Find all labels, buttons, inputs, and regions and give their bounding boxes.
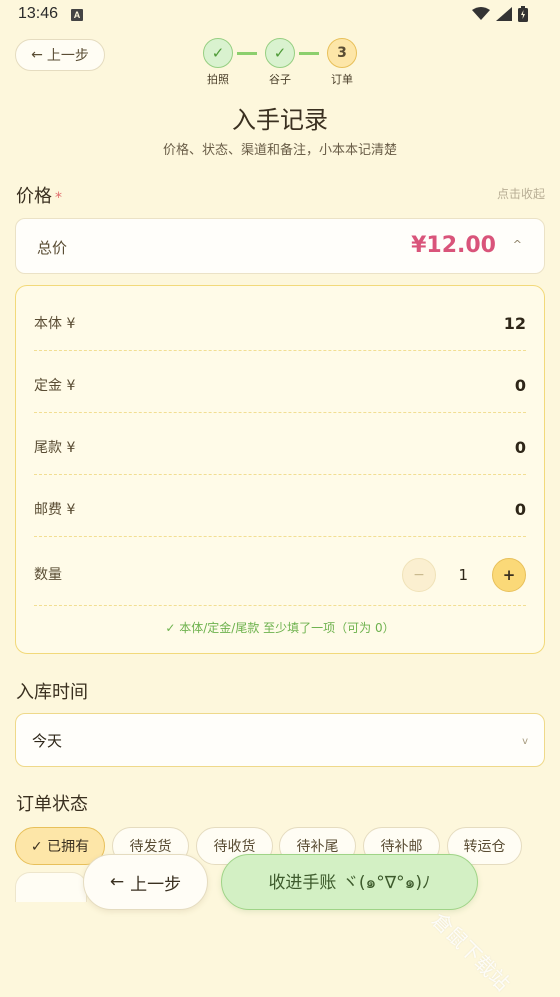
date-section-label: 入库时间 [16,682,88,703]
status-bar: 13:46 A [0,0,560,30]
total-value: ¥12.00 [411,233,496,258]
base-price-input[interactable]: 12 [504,314,526,333]
quantity-label: 数量 [34,567,62,583]
date-select[interactable]: 今天 v [15,713,545,767]
battery-icon [518,6,528,22]
wifi-icon [472,7,490,20]
deposit-input[interactable]: 0 [515,376,526,395]
back-button-label: 上一步 [46,48,89,64]
step-connector [237,52,257,55]
status-icons [472,6,528,22]
submit-button[interactable]: 收进手账 ヾ(๑°∇°๑)ﾉ [221,854,478,910]
price-row-shipping[interactable]: 邮费 ¥ 0 [34,475,526,537]
shipping-input[interactable]: 0 [515,500,526,519]
status-chip-owned[interactable]: ✓ 已拥有 [15,827,105,865]
row-label: 邮费 ¥ [34,502,76,518]
quantity-minus-button[interactable]: − [402,558,436,592]
progress-stepper: ✓ ✓ 3 拍照 谷子 订单 [200,38,370,88]
watermark: 倉鼠下载站 [427,907,515,996]
required-star: * [55,190,62,206]
price-section-label: 价格 * [16,182,62,208]
total-label: 总价 [37,239,68,257]
quantity-value: 1 [458,566,468,584]
price-row-balance[interactable]: 尾款 ¥ 0 [34,413,526,475]
step-2-label: 谷子 [269,73,291,86]
row-label: 本体 ¥ [34,316,76,332]
bottom-back-label: 上一步 [130,874,182,895]
chevron-up-icon: ^ [512,238,522,251]
step-3-number: 3 [327,38,357,68]
page-subtitle: 价格、状态、渠道和备注，小本本记清楚 [162,143,397,158]
quantity-plus-button[interactable]: + [492,558,526,592]
price-row-base[interactable]: 本体 ¥ 12 [34,289,526,351]
status-chip-partial[interactable] [15,872,87,902]
order-status-label: 订单状态 [16,794,88,815]
price-label-text: 价格 [16,186,52,207]
step-3-label: 订单 [331,73,353,86]
status-time: 13:46 [18,5,59,22]
chevron-down-icon: v [522,736,528,747]
date-value: 今天 [32,732,63,750]
quantity-row: 数量 − 1 + [34,540,526,606]
step-1-check-icon: ✓ [203,38,233,68]
arrow-left-icon: ← [109,872,125,892]
bottom-back-button[interactable]: ← 上一步 [83,854,208,910]
notification-icon: A [71,9,83,21]
total-price-card[interactable]: 总价 ¥12.00 ^ [15,218,545,274]
back-button[interactable]: ← 上一步 [15,39,105,71]
step-1-label: 拍照 [207,73,229,86]
step-2-check-icon: ✓ [265,38,295,68]
signal-icon [496,7,512,21]
row-label: 尾款 ¥ [34,440,76,456]
collapse-link[interactable]: 点击收起 [497,185,545,202]
row-label: 定金 ¥ [34,378,76,394]
step-connector [299,52,319,55]
page-title: 入手记录 [232,106,328,134]
price-detail-card: 本体 ¥ 12 定金 ¥ 0 尾款 ¥ 0 邮费 ¥ 0 数量 − 1 + ✓ … [15,285,545,654]
arrow-left-icon: ← [31,47,43,63]
validation-hint: ✓ 本体/定金/尾款 至少填了一项（可为 0） [165,621,395,635]
balance-input[interactable]: 0 [515,438,526,457]
price-row-deposit[interactable]: 定金 ¥ 0 [34,351,526,413]
